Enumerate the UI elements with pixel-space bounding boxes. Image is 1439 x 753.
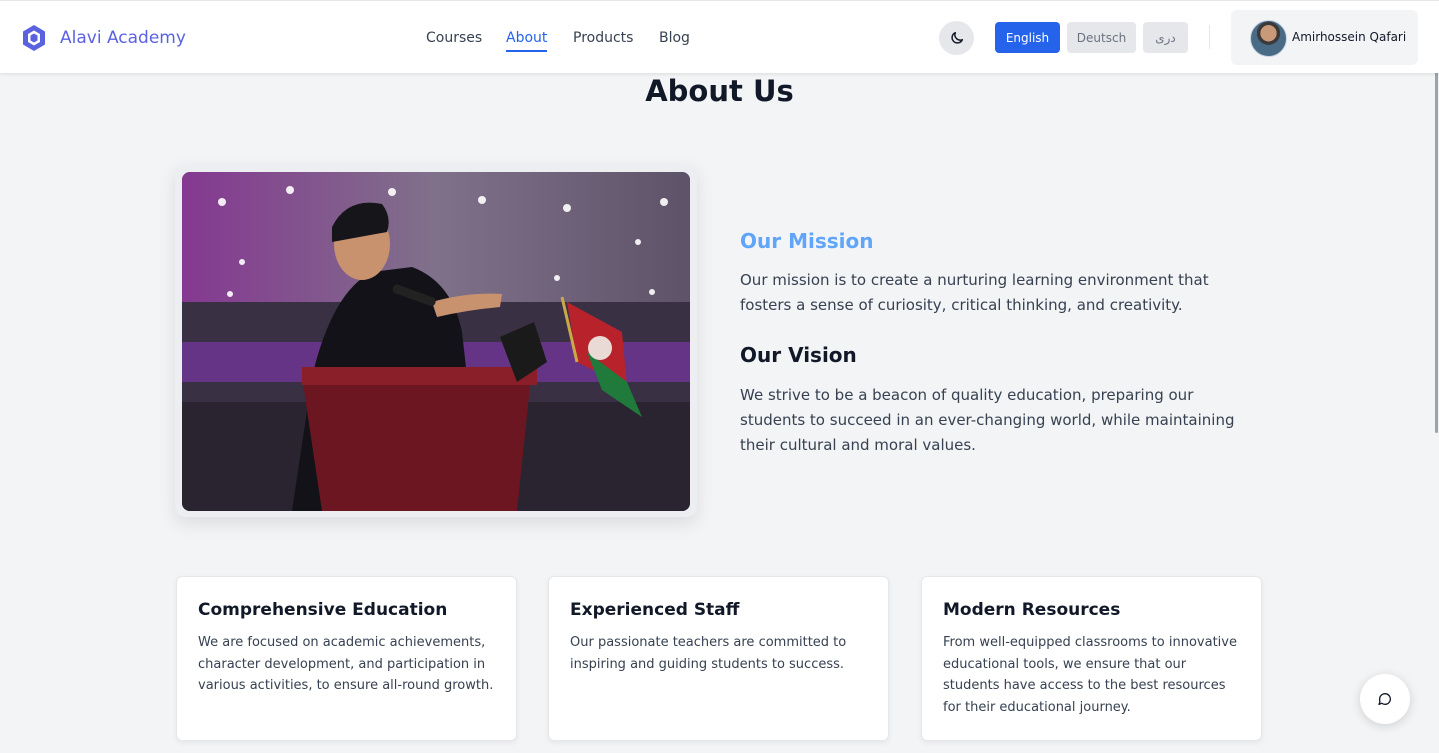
lang-deutsch-button[interactable]: Deutsch [1067,22,1136,53]
nav-blog[interactable]: Blog [659,29,690,47]
speaker-photo [182,172,690,511]
moon-icon [950,31,963,44]
page-title: About Us [645,74,794,108]
lang-dari-button[interactable]: دری [1143,22,1188,53]
feature-card-staff: Experienced Staff Our passionate teacher… [548,576,889,741]
chat-button[interactable] [1360,674,1410,724]
mission-heading: Our Mission [740,229,874,253]
nav-courses[interactable]: Courses [426,29,482,47]
card-text: Our passionate teachers are committed to… [570,635,847,672]
theme-toggle-button[interactable] [939,21,974,55]
logo-icon[interactable] [22,24,46,52]
brand-name[interactable]: Alavi Academy [60,27,186,49]
card-title: Experienced Staff [570,600,740,620]
header-divider [1209,25,1210,49]
nav-about[interactable]: About [506,29,548,52]
avatar [1250,20,1287,57]
mission-text: Our mission is to create a nurturing lea… [740,271,1209,314]
nav-products[interactable]: Products [573,29,633,47]
feature-card-education: Comprehensive Education We are focused o… [176,576,517,741]
vision-heading: Our Vision [740,343,857,367]
card-text: We are focused on academic achievements,… [198,635,494,693]
user-name: Amirhossein Qafari [1292,30,1407,44]
card-title: Comprehensive Education [198,600,448,620]
feature-card-resources: Modern Resources From well-equipped clas… [921,576,1262,741]
photo-frame [175,165,697,517]
speaker-photo-art [182,172,690,511]
card-text: From well-equipped classrooms to innovat… [943,635,1237,715]
user-menu[interactable]: Amirhossein Qafari [1231,10,1418,65]
card-title: Modern Resources [943,600,1121,620]
lang-english-button[interactable]: English [995,22,1060,53]
chat-bubble-icon [1378,693,1391,705]
vision-text: We strive to be a beacon of quality educ… [740,386,1235,454]
top-navbar: Alavi Academy Courses About Products Blo… [0,0,1439,73]
